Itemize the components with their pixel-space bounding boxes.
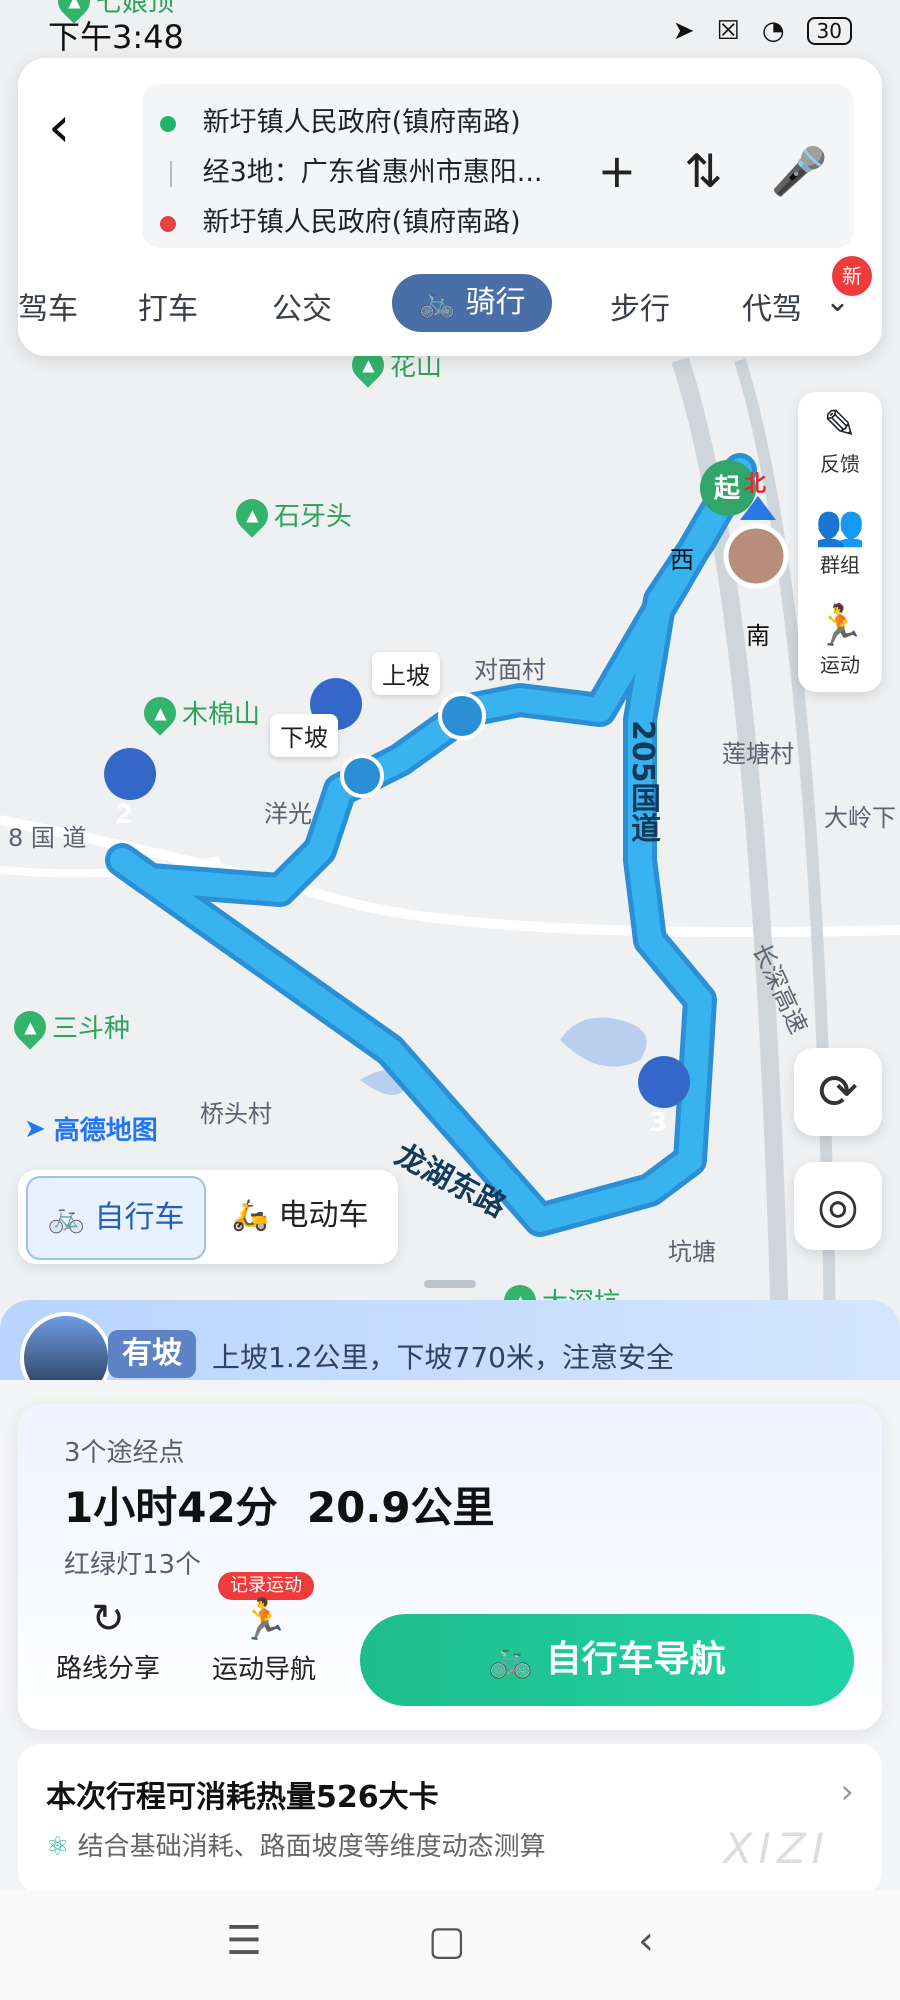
label-duimiancun: 对面村 [474, 656, 546, 684]
route-share-button[interactable]: ↻ 路线分享 [38, 1596, 178, 1685]
travel-mode-tabs: 驾车 打车 公交 🚲 骑行 步行 代驾 ⌄ 新 [18, 256, 882, 342]
route-input-box: 新圩镇人民政府(镇府南路) 经3地：广东省惠州市惠阳... 新圩镇人民政府(镇府… [142, 84, 854, 248]
new-badge: 新 [832, 256, 872, 296]
sport-navigation-button[interactable]: 🏃 运动导航 [194, 1596, 334, 1686]
poi-sandouzhong: ▲ 三斗种 [7, 1003, 130, 1050]
back-button[interactable]: ‹ [48, 98, 108, 158]
sim-off-icon: ☒ [716, 16, 740, 46]
atom-icon: ⚛ [46, 1832, 70, 1862]
group-icon: 👥 [815, 503, 865, 549]
label-kengtang: 坑塘 [668, 1238, 716, 1266]
compass-west: 西 [670, 546, 694, 574]
tab-taxi[interactable]: 打车 [138, 284, 198, 328]
ebike-icon: 🛵 [231, 1198, 269, 1233]
slope-tag: 有坡 [108, 1330, 196, 1378]
add-waypoint-button[interactable]: + [598, 144, 637, 199]
road-label-205: 205国道 [625, 720, 660, 843]
route-summary-card: 3个途经点 1小时42分 20.9公里 红绿灯13个 ↻ 路线分享 记录运动 🏃… [18, 1404, 882, 1730]
amap-logo: ➤ 高德地图 [24, 1113, 158, 1147]
callout-uphill: 上坡 [372, 652, 440, 695]
mountain-icon: ▲ [7, 1003, 53, 1050]
sport-tool[interactable]: 🏃 运动 [798, 602, 882, 678]
route-via[interactable]: 经3地：广东省惠州市惠阳... [170, 150, 543, 189]
status-time: 下午3:48 [48, 18, 184, 56]
refresh-route-button[interactable]: ⟳ [794, 1048, 882, 1136]
menu-icon[interactable]: ☰ [226, 1918, 262, 1964]
route-header-card: ‹ 新圩镇人民政府(镇府南路) 经3地：广东省惠州市惠阳... 新圩镇人民政府(… [18, 58, 882, 356]
traffic-lights-count: 红绿灯13个 [64, 1550, 202, 1580]
end-dot-icon [160, 215, 176, 232]
sport-icon: 🏃 [815, 603, 865, 649]
home-icon[interactable]: ▢ [428, 1918, 466, 1964]
via-line [170, 160, 172, 187]
bike-navigation-button[interactable]: 🚲 自行车导航 [360, 1614, 854, 1706]
waypoint-2[interactable]: 2 [115, 800, 133, 830]
chevron-right-icon: › [840, 1772, 854, 1812]
voice-input-button[interactable]: 🎤 [771, 144, 828, 199]
battery-icon: 30 [806, 17, 852, 45]
compass-north: 北 [744, 472, 767, 497]
start-marker: 起 [714, 474, 741, 504]
label-dalingxia: 大岭下 [824, 804, 896, 832]
locate-me-button[interactable]: ◎ [794, 1162, 882, 1250]
watermark: XIZI [723, 1824, 830, 1873]
tab-drive[interactable]: 驾车 [18, 284, 78, 328]
route-end[interactable]: 新圩镇人民政府(镇府南路) [160, 200, 521, 239]
calorie-subtitle: ⚛ 结合基础消耗、路面坡度等维度动态测算 [46, 1832, 546, 1862]
panel-drag-handle[interactable] [424, 1280, 476, 1288]
ebike-mode-button[interactable]: 🛵 电动车 [212, 1176, 388, 1256]
compass-south: 南 [746, 622, 770, 650]
route-actions: + ⇅ 🎤 [598, 144, 828, 199]
side-tools: ✎ 反馈 👥 群组 🏃 运动 [798, 392, 882, 692]
route-start[interactable]: 新圩镇人民政府(镇府南路) [160, 100, 521, 139]
edit-icon: ✎ [823, 402, 857, 448]
wifi-icon: ◔ [761, 16, 785, 46]
share-icon: ↻ [91, 1596, 125, 1642]
status-bar: 下午3:48 ➤ ☒ ◔ 30 [0, 0, 900, 56]
poi-shiyatou: ▲ 石牙头 [229, 491, 352, 538]
tab-designated-driver[interactable]: 代驾 [742, 284, 802, 328]
mountain-icon: ▲ [137, 689, 183, 736]
tab-bike[interactable]: 🚲 骑行 [392, 274, 552, 332]
mountain-icon: ▲ [229, 491, 275, 538]
tab-bus[interactable]: 公交 [272, 284, 332, 328]
calorie-title: 本次行程可消耗热量526大卡 [46, 1780, 439, 1815]
poi-mumianshan: ▲ 木棉山 [137, 689, 260, 736]
label-liantangcun: 莲塘村 [722, 740, 794, 768]
bike-icon: 🚲 [488, 1639, 534, 1680]
bicycle-mode-button[interactable]: 🚲 自行车 [26, 1176, 206, 1260]
amap-logo-icon: ➤ [24, 1113, 46, 1144]
group-tool[interactable]: 👥 群组 [798, 502, 882, 578]
sport-nav-icon: 🏃 [239, 1597, 289, 1643]
label-guodao8: 8 国 道 [8, 824, 87, 852]
calorie-card[interactable]: 本次行程可消耗热量526大卡 ⚛ 结合基础消耗、路面坡度等维度动态测算 › XI… [18, 1744, 882, 1894]
label-qiaotoucun: 桥头村 [200, 1100, 272, 1128]
swap-route-button[interactable]: ⇅ [684, 144, 723, 199]
vehicle-switch: 🚲 自行车 🛵 电动车 [18, 1170, 398, 1264]
trip-time-distance: 1小时42分 20.9公里 [64, 1483, 495, 1532]
back-icon[interactable]: ‹ [638, 1918, 654, 1964]
label-yangguang: 洋光 [264, 800, 312, 828]
status-icons: ➤ ☒ ◔ 30 [673, 16, 852, 46]
callout-downhill: 下坡 [270, 714, 338, 757]
bicycle-icon: 🚲 [47, 1200, 85, 1235]
via-count: 3个途经点 [64, 1438, 185, 1468]
start-dot-icon [160, 115, 176, 132]
system-nav-bar: ☰ ▢ ‹ [0, 1890, 900, 2000]
location-icon: ➤ [672, 16, 695, 46]
waypoint-3[interactable]: 3 [649, 1108, 667, 1138]
tab-walk[interactable]: 步行 [610, 284, 670, 328]
bike-icon: 🚲 [418, 285, 456, 320]
slope-text: 上坡1.2公里，下坡770米，注意安全 [212, 1341, 674, 1374]
feedback-tool[interactable]: ✎ 反馈 [798, 402, 882, 477]
